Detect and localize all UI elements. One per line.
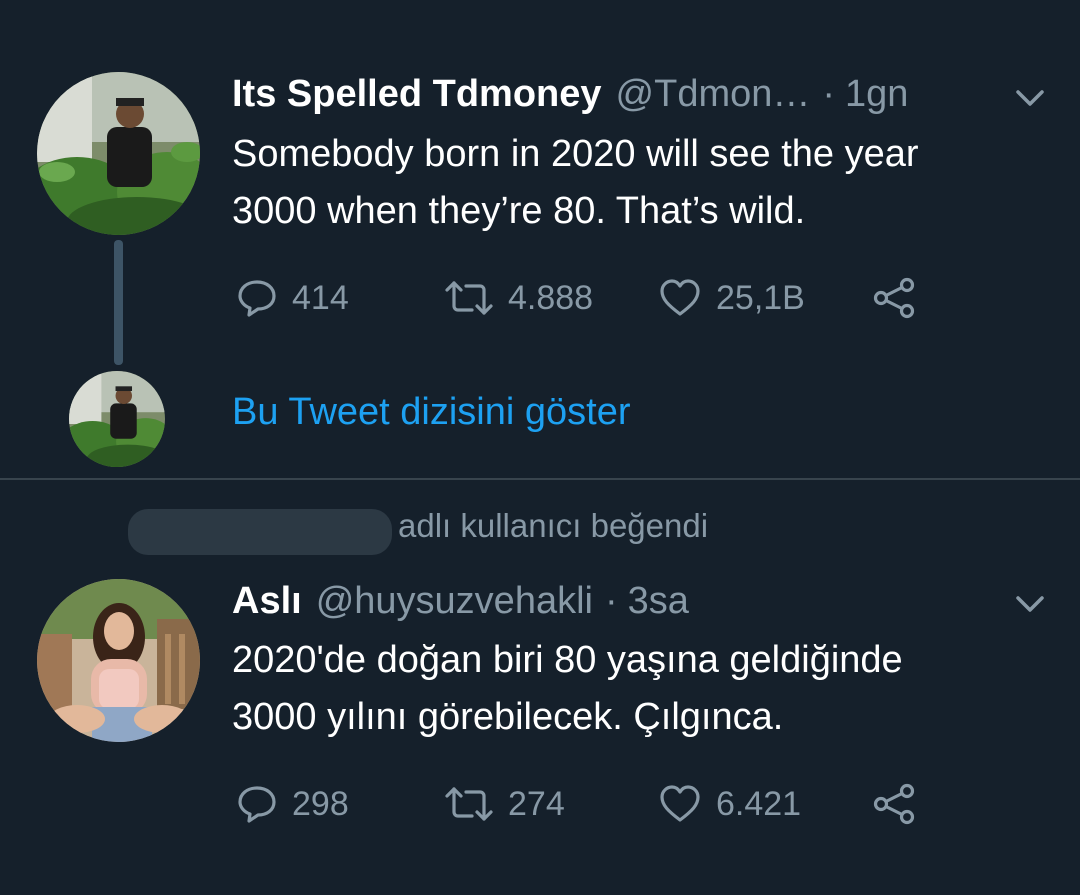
dot-separator: · [604,579,618,622]
liked-by-text: adlı kullanıcı beğendi [398,507,709,544]
retweet-icon [445,281,493,315]
author-name[interactable]: Aslı [232,580,302,623]
retweet-button[interactable]: 274 [444,779,565,829]
redacted-username [128,509,392,555]
avatar-tdmoney-small[interactable] [69,371,165,467]
author-handle[interactable]: @Tdmon… [616,73,811,116]
thread-connector-line [114,240,123,365]
divider [0,478,1080,480]
show-thread-link[interactable]: Bu Tweet dizisini göster [232,391,631,434]
share-button[interactable] [872,273,918,323]
like-icon [660,279,700,316]
share-button[interactable] [872,779,918,829]
reply-icon [238,786,276,823]
retweet-icon [445,787,493,821]
chevron-down-icon[interactable] [1014,88,1046,108]
avatar-asli[interactable] [37,579,200,742]
tweet-text: 2020'de doğan biri 80 yaşına geldiğinde … [232,632,903,746]
like-button[interactable]: 6.421 [658,779,801,829]
tweet-text: Somebody born in 2020 will see the year … [232,126,919,240]
chevron-down-icon[interactable] [1014,594,1046,614]
tweet-text-line: 3000 when they’re 80. That’s wild. [232,190,806,232]
avatar-tdmoney[interactable] [37,72,200,235]
retweet-count: 4.888 [508,278,594,317]
like-icon [660,785,700,822]
retweet-count: 274 [508,784,565,823]
tweet-actions: 298 274 6.421 [232,779,932,829]
reply-count: 414 [292,278,349,317]
tweet-text-line: 3000 yılını görebilecek. Çılgınca. [232,696,784,738]
dot-separator: · [822,72,836,115]
reply-icon [238,280,276,317]
share-icon [873,783,915,825]
reply-count: 298 [292,784,349,823]
tweet-actions: 414 4.888 25,1B [232,273,932,323]
author-handle[interactable]: @huysuzvehakli [316,580,593,623]
retweet-button[interactable]: 4.888 [444,273,593,323]
author-name[interactable]: Its Spelled Tdmoney [232,73,602,116]
reply-button[interactable]: 298 [236,779,349,829]
like-count: 25,1B [716,278,805,317]
like-count: 6.421 [716,784,802,823]
share-icon [873,277,915,319]
tweet-header: Aslı @huysuzvehakli · 3sa [232,577,689,625]
tweet-time[interactable]: 1gn [845,73,908,116]
tweet-text-line: Somebody born in 2020 will see the year [232,133,919,175]
tweet-text-line: 2020'de doğan biri 80 yaşına geldiğinde [232,639,903,681]
tweet-header: Its Spelled Tdmoney @Tdmon… · 1gn [232,70,908,118]
reply-button[interactable]: 414 [236,273,349,323]
tweet-time[interactable]: 3sa [628,580,689,623]
like-button[interactable]: 25,1B [658,273,805,323]
